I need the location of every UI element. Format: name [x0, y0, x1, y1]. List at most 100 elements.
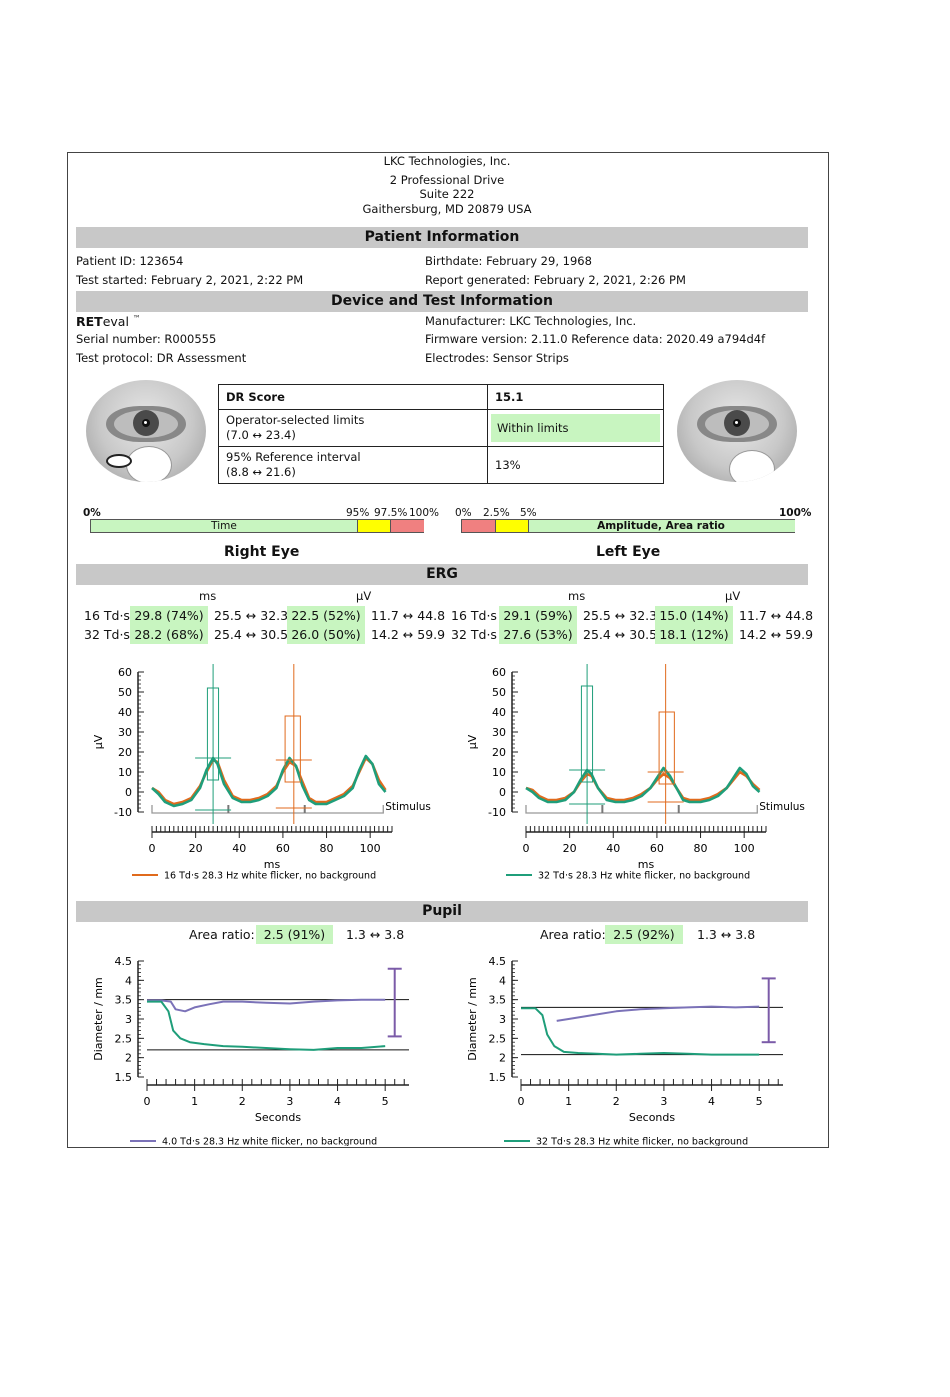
y-tick-label: 4.5	[489, 955, 507, 968]
series-line-1	[525, 766, 761, 804]
erg-right-ms-value: 28.2 (68%)	[130, 625, 208, 644]
x-tick-label: 0	[144, 1095, 151, 1108]
amp-scale-0: 0%	[455, 507, 472, 519]
x-tick-label: 5	[382, 1095, 389, 1108]
y-tick-label: 3.5	[115, 994, 133, 1007]
reference-row: 95% Reference interval (8.8 ↔ 21.6) 13%	[218, 446, 664, 484]
pupil-left-area-range: 1.3 ↔ 3.8	[697, 927, 756, 942]
x-axis-label: Seconds	[255, 1111, 301, 1124]
y-tick-label: 10	[118, 766, 132, 779]
erg-left-uv-range: 14.2 ↔ 59.9	[739, 627, 814, 642]
test-started: Test started: February 2, 2021, 2:22 PM	[76, 273, 304, 287]
y-tick-label: 3	[125, 1013, 132, 1026]
dr-score-label: DR Score	[218, 384, 488, 410]
y-tick-label: 1.5	[489, 1071, 507, 1084]
y-tick-label: 0	[499, 786, 506, 799]
series-line-0	[151, 756, 387, 806]
reference-range: (8.8 ↔ 21.6)	[226, 465, 296, 479]
amp-scale-5: 5%	[520, 507, 537, 519]
address-line-1: 2 Professional Drive	[389, 173, 505, 187]
y-tick-label: 60	[492, 666, 506, 679]
time-scale-bar: Time	[90, 519, 424, 533]
x-tick-label: 20	[563, 842, 577, 855]
x-tick-label: 1	[565, 1095, 572, 1108]
right-eye-title: Right Eye	[224, 544, 300, 560]
stimulus-bracket	[525, 805, 758, 814]
limits-value: Within limits	[491, 414, 660, 442]
y-tick-label: 40	[492, 706, 506, 719]
erg-left-uv-unit: µV	[725, 589, 741, 603]
x-tick-label: 5	[756, 1095, 763, 1108]
y-tick-label: 2	[125, 1052, 132, 1065]
amp-scale-25: 2.5%	[483, 507, 510, 519]
y-tick-label: -10	[488, 806, 506, 819]
amp-scale-100: 100%	[779, 507, 812, 519]
y-tick-label: 10	[492, 766, 506, 779]
company-name: LKC Technologies, Inc.	[383, 154, 511, 168]
x-tick-label: 2	[613, 1095, 620, 1108]
y-tick-label: 3	[499, 1013, 506, 1026]
electrodes: Electrodes: Sensor Strips	[425, 351, 569, 365]
x-tick-label: 3	[286, 1095, 293, 1108]
erg-right-chart: -10 0 10 20 30 40 50 60 µV 0 20 40 60 80 100 ms Stimulus…	[92, 664, 431, 882]
pupil-left-chart: 1.5 2 2.5 3 3.5 4 4.5 Diameter / mm 0 1 2 3 4 5 Second…	[466, 955, 783, 1147]
y-tick-label: 30	[118, 726, 132, 739]
x-tick-label: 0	[149, 842, 156, 855]
x-tick-label: 20	[189, 842, 203, 855]
device-name: RETeval ™	[76, 314, 141, 330]
pupil-right-area-label: Area ratio:	[189, 927, 255, 942]
y-tick-label: 1.5	[115, 1071, 133, 1084]
erg-left-chart: -10 0 10 20 30 40 50 60 µV 0 20 40 60 80 100 ms Stimulus…	[466, 664, 805, 882]
x-axis-label: Seconds	[629, 1111, 675, 1124]
erg-left-uv-value: 18.1 (12%)	[655, 625, 733, 644]
x-tick-label: 0	[523, 842, 530, 855]
erg-left-row-label: 16 Td·s	[451, 608, 497, 623]
stimulus-label: Stimulus	[385, 801, 431, 813]
erg-left-uv-range: 11.7 ↔ 44.8	[739, 608, 814, 623]
pupil-right-area-value: 2.5 (91%)	[256, 925, 333, 944]
legend-label: 16 Td·s 28.3 Hz white flicker, no backgr…	[164, 871, 376, 882]
x-tick-label: 0	[518, 1095, 525, 1108]
right-eye-image	[86, 380, 206, 482]
y-tick-label: 50	[492, 686, 506, 699]
stimulus-bracket	[151, 805, 384, 814]
limits-range: (7.0 ↔ 23.4)	[226, 428, 296, 442]
series-line-0	[556, 1005, 760, 1022]
y-axis-label: Diameter / mm	[466, 977, 479, 1060]
y-tick-label: 0	[125, 786, 132, 799]
amplitude-scale-bar: Amplitude, Area ratio	[461, 519, 795, 533]
y-axis-label: Diameter / mm	[92, 977, 105, 1060]
y-tick-label: 2.5	[489, 1032, 507, 1045]
y-tick-label: 20	[492, 746, 506, 759]
erg-left-ms-range: 25.5 ↔ 32.3	[583, 608, 658, 623]
pupil-heading: Pupil	[76, 901, 808, 922]
x-tick-label: 3	[660, 1095, 667, 1108]
erg-left-ms-unit: ms	[568, 589, 586, 603]
x-tick-label: 4	[334, 1095, 341, 1108]
erg-right-uv-range: 11.7 ↔ 44.8	[371, 608, 446, 623]
x-tick-label: 100	[360, 842, 381, 855]
amp-scale-label: Amplitude, Area ratio	[597, 520, 725, 532]
legend-label: 4.0 Td·s 28.3 Hz white flicker, no backg…	[162, 1137, 377, 1147]
x-tick-label: 80	[694, 842, 708, 855]
left-eye-image	[677, 380, 797, 482]
reference-label: 95% Reference interval	[226, 450, 361, 464]
erg-right-uv-range: 14.2 ↔ 59.9	[371, 627, 446, 642]
x-tick-label: 60	[650, 842, 664, 855]
y-tick-label: 3.5	[489, 994, 507, 1007]
time-scale-975: 97.5%	[374, 507, 408, 519]
pupil-left-area-label: Area ratio:	[540, 927, 606, 942]
y-tick-label: 50	[118, 686, 132, 699]
legend-label: 32 Td·s 28.3 Hz white flicker, no backgr…	[536, 1137, 748, 1147]
stimulus-label: Stimulus	[759, 801, 805, 813]
erg-left-uv-value: 15.0 (14%)	[655, 606, 733, 625]
y-tick-label: 4.5	[115, 955, 133, 968]
birthdate: Birthdate: February 29, 1968	[425, 254, 592, 268]
x-tick-label: 1	[191, 1095, 198, 1108]
x-tick-label: 40	[232, 842, 246, 855]
time-scale-100: 100%	[409, 507, 440, 519]
x-tick-label: 2	[239, 1095, 246, 1108]
series-line-1	[151, 754, 387, 808]
erg-right-ms-unit: ms	[199, 589, 217, 603]
pupil-left-area-value: 2.5 (92%)	[605, 925, 683, 944]
